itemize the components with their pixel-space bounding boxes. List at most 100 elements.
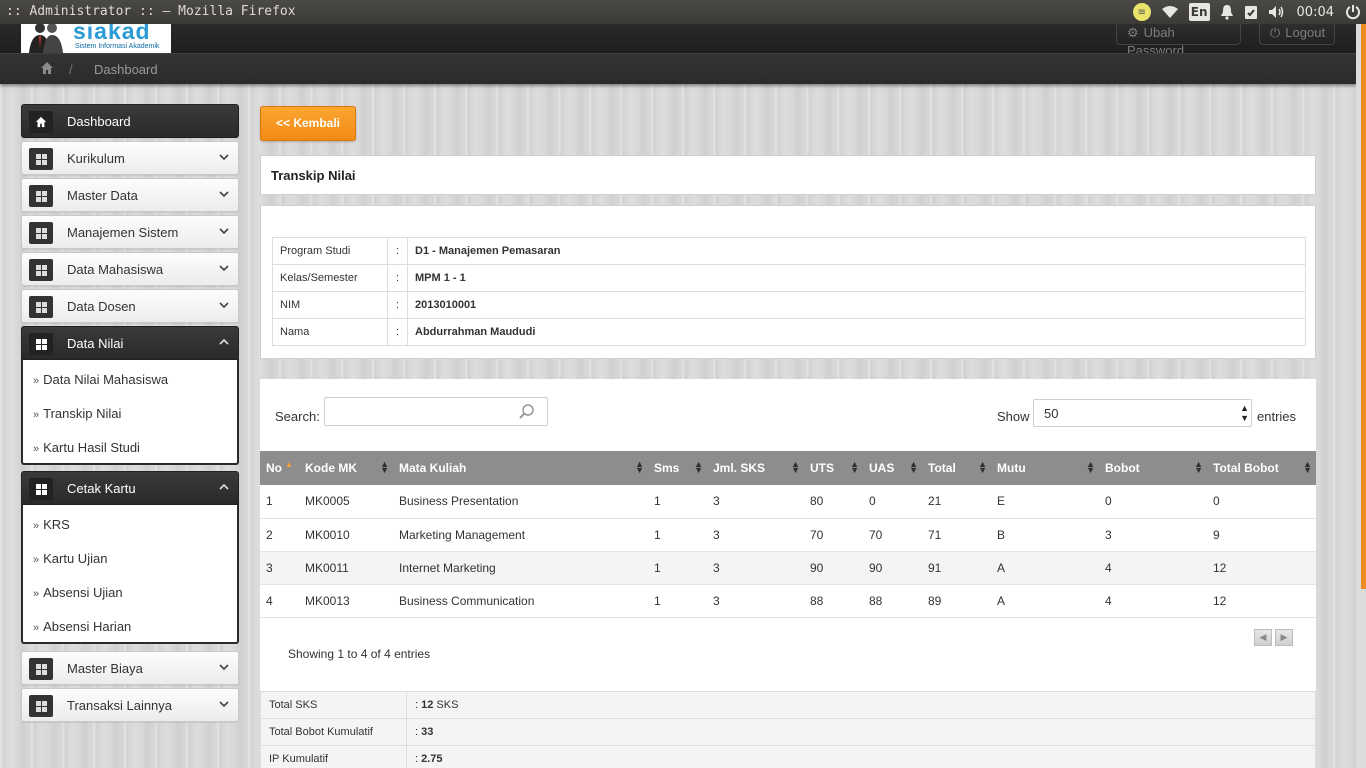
chevron-up-icon	[219, 483, 229, 490]
home-icon[interactable]	[40, 61, 54, 75]
column-header-kode-mk[interactable]: Kode MK ▲ ▼	[299, 451, 393, 485]
grid-icon	[29, 222, 53, 244]
info-value: Abdurrahman Maududi	[407, 318, 1306, 346]
cell-total: 89	[928, 593, 942, 608]
summary-row: IP Kumulatif : 2.75	[260, 745, 1316, 768]
breadcrumb: / Dashboard	[0, 53, 1356, 84]
clipboard-check-icon[interactable]	[1244, 0, 1258, 24]
column-header-jml-sks[interactable]: Jml. SKS ▲ ▼	[707, 451, 804, 485]
notes-indicator-icon[interactable]: ≡	[1132, 3, 1151, 21]
column-header-total-bobot[interactable]: Total Bobot ▲ ▼	[1207, 451, 1316, 485]
clock[interactable]: 00:04	[1297, 5, 1334, 20]
sidebar-item-data-mahasiswa[interactable]: Data Mahasiswa	[21, 252, 239, 286]
grid-icon	[29, 148, 53, 170]
table-row: 4 MK0013 Business Communication 1 3 88 8…	[260, 584, 1316, 617]
summary-row: Total SKS : 12 SKS	[260, 691, 1316, 719]
info-row: Kelas/Semester : MPM 1 - 1	[272, 264, 1306, 292]
cell-mata-kuliah: Internet Marketing	[399, 560, 496, 575]
submenu-data-nilai: » Data Nilai Mahasiswa » Transkip Nilai » K…	[21, 360, 239, 465]
sort-asc-icon: ▲	[285, 460, 293, 469]
cell-bobot: 3	[1105, 527, 1112, 542]
info-key: Kelas/Semester	[272, 264, 388, 292]
column-header-bobot[interactable]: Bobot ▲ ▼	[1099, 451, 1207, 485]
app-header: siakad Sistem Informasi Akademik ⚙ Ubah P…	[0, 24, 1356, 58]
chevron-down-icon	[219, 191, 229, 198]
breadcrumb-separator: /	[69, 62, 73, 77]
sidebar-item-dashboard[interactable]: Dashboard	[21, 104, 239, 138]
submenu-item-data-nilai-mahasiswa[interactable]: » Data Nilai Mahasiswa	[33, 372, 168, 387]
column-header-sms[interactable]: Sms ▲ ▼	[648, 451, 707, 485]
volume-icon[interactable]	[1268, 0, 1286, 24]
cell-no: 3	[266, 560, 273, 575]
column-header-uts[interactable]: UTS ▲ ▼	[804, 451, 863, 485]
info-key: Program Studi	[272, 237, 388, 265]
sidebar-item-cetak-kartu[interactable]: Cetak Kartu	[21, 471, 239, 505]
next-page-icon[interactable]: ▶	[1275, 629, 1293, 646]
cell-total-bobot: 9	[1213, 527, 1220, 542]
sort-icon: ▲ ▼	[380, 459, 389, 475]
info-key: Nama	[272, 318, 388, 346]
info-key: NIM	[272, 291, 388, 319]
cell-sms: 1	[654, 527, 661, 542]
cell-mutu: B	[997, 527, 1006, 542]
sidebar-item-transaksi-lainnya[interactable]: Transaksi Lainnya	[21, 688, 239, 722]
submenu-item-transkip-nilai[interactable]: » Transkip Nilai	[33, 406, 121, 421]
submenu-item-absensi-harian[interactable]: » Absensi Harian	[33, 619, 131, 634]
grid-icon	[29, 296, 53, 318]
cell-kode-mk: MK0005	[305, 494, 350, 509]
wifi-icon[interactable]	[1161, 0, 1179, 24]
page-scrollbar-thumb[interactable]	[1361, 24, 1366, 589]
sidebar-item-data-nilai[interactable]: Data Nilai	[21, 326, 239, 360]
sort-icon: ▲ ▼	[978, 459, 987, 475]
notification-bell-icon[interactable]	[1220, 0, 1234, 24]
grid-icon	[29, 259, 53, 281]
cell-mata-kuliah: Business Communication	[399, 593, 535, 608]
cell-mutu: E	[997, 494, 1006, 509]
sidebar-item-master-data[interactable]: Master Data	[21, 178, 239, 212]
keyboard-layout-indicator[interactable]: En	[1188, 3, 1210, 21]
power-icon: ⏻	[1270, 25, 1281, 40]
submenu-item-kartu-ujian[interactable]: » Kartu Ujian	[33, 551, 107, 566]
table-info: Showing 1 to 4 of 4 entries	[288, 647, 431, 661]
column-header-uas[interactable]: UAS ▲ ▼	[863, 451, 922, 485]
column-header-mata-kuliah[interactable]: Mata Kuliah ▲ ▼	[393, 451, 648, 485]
power-icon[interactable]	[1345, 0, 1361, 24]
logo-text: siakad	[73, 24, 151, 44]
cell-kode-mk: MK0011	[305, 560, 349, 575]
back-button[interactable]: << Kembali	[260, 106, 356, 141]
submenu-item-absensi-ujian[interactable]: » Absensi Ujian	[33, 585, 123, 600]
page-size-select[interactable]: 50 ▲ ▼	[1033, 399, 1252, 427]
sidebar-item-manajemen-sistem[interactable]: Manajemen Sistem	[21, 215, 239, 249]
info-separator: :	[387, 237, 408, 265]
column-header-mutu[interactable]: Mutu ▲ ▼	[991, 451, 1099, 485]
cell-mutu: A	[997, 593, 1006, 608]
column-header-no[interactable]: No ▲	[260, 451, 299, 485]
info-row: NIM : 2013010001	[272, 291, 1306, 319]
sort-icon: ▲ ▼	[1194, 459, 1203, 475]
transcript-summary: Total SKS : 12 SKS Total Bobot Kumulatif…	[260, 691, 1316, 768]
select-arrow-icon: ▲ ▼	[1240, 403, 1249, 423]
sidebar-item-label: Dashboard	[67, 114, 131, 129]
sidebar-item-label: Manajemen Sistem	[67, 225, 179, 240]
sort-icon: ▲ ▼	[1086, 459, 1095, 475]
info-value: 2013010001	[407, 291, 1306, 319]
siakad-logo[interactable]: siakad Sistem Informasi Akademik	[21, 24, 171, 53]
cell-sms: 1	[654, 494, 661, 509]
cell-no: 4	[266, 593, 273, 608]
sidebar-item-kurikulum[interactable]: Kurikulum	[21, 141, 239, 175]
submenu-item-kartu-hasil-studi[interactable]: » Kartu Hasil Studi	[33, 440, 140, 455]
info-value: MPM 1 - 1	[407, 264, 1306, 292]
search-input[interactable]	[324, 397, 548, 426]
previous-page-icon[interactable]: ◀	[1254, 629, 1272, 646]
breadcrumb-current[interactable]: Dashboard	[94, 62, 158, 77]
submenu-item-krs[interactable]: » KRS	[33, 517, 70, 532]
sidebar-item-master-biaya[interactable]: Master Biaya	[21, 651, 239, 685]
grades-table: No ▲ Kode MK ▲ ▼ Mata Kuliah ▲ ▼ Sms ▲ ▼ Jml. S…	[260, 451, 1316, 618]
logout-button[interactable]: ⏻ Logout	[1259, 24, 1335, 45]
summary-key: IP Kumulatif	[260, 745, 407, 768]
student-info-table: Program Studi : D1 - Manajemen Pemasaran…	[272, 237, 1306, 346]
column-header-total[interactable]: Total ▲ ▼	[922, 451, 991, 485]
sidebar-item-data-dosen[interactable]: Data Dosen	[21, 289, 239, 323]
grid-icon	[29, 478, 53, 500]
change-password-button[interactable]: ⚙ Ubah Password	[1116, 24, 1241, 58]
